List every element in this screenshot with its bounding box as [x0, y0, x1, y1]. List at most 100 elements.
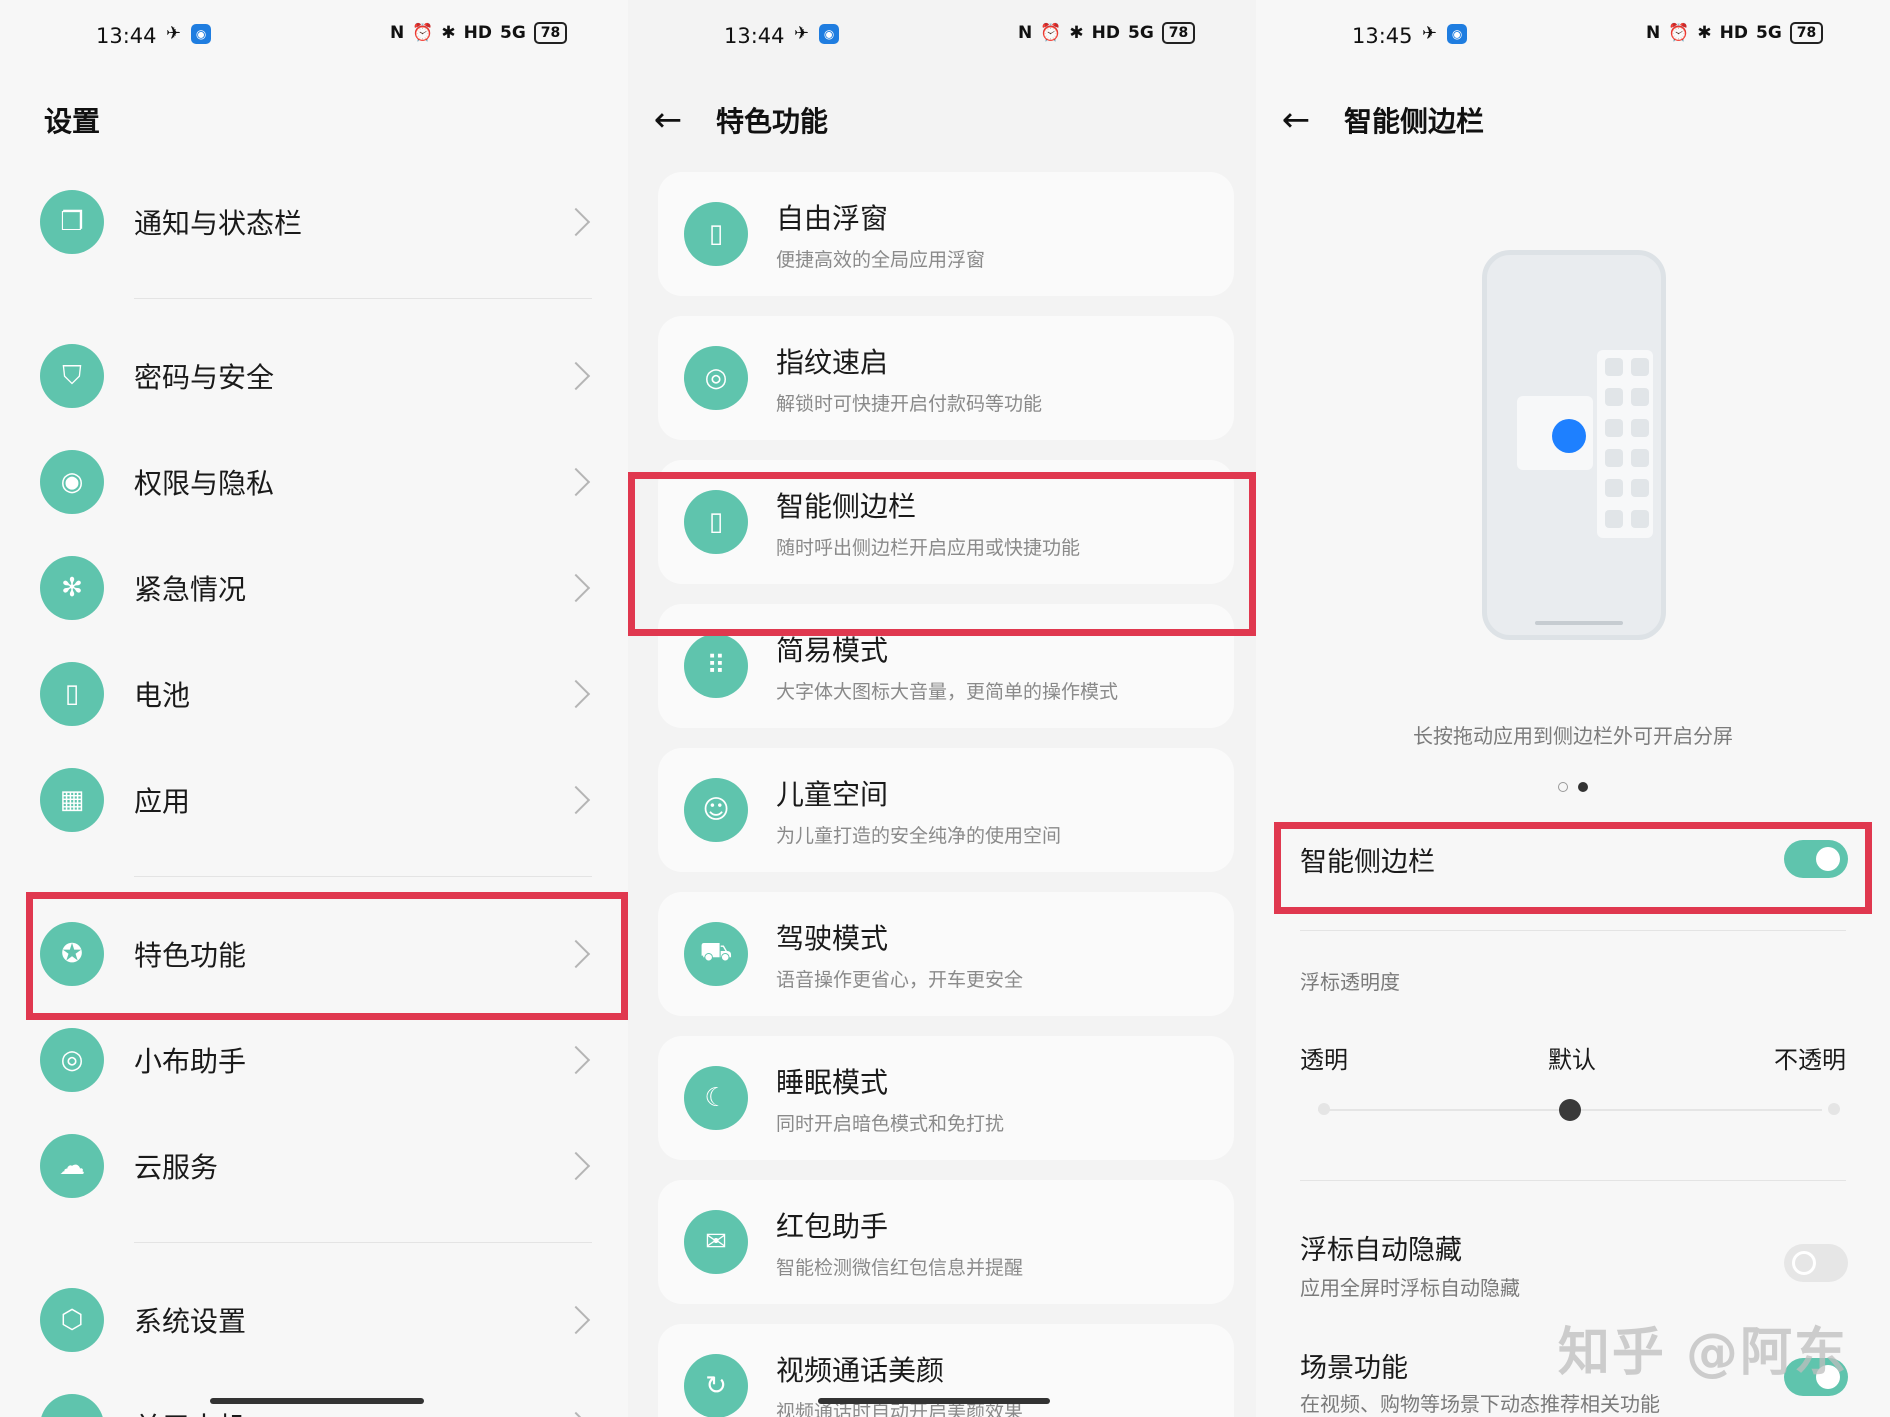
settings-item-apps[interactable]: ▦ 应用	[40, 760, 598, 840]
phone-icon: ▭	[40, 1394, 104, 1417]
scene-feature-subtitle: 在视频、购物等场景下动态推荐相关功能	[1300, 1392, 1660, 1416]
opacity-section-title: 浮标透明度	[1300, 970, 1400, 994]
settings-screen: 13:44 ✈ ◉ N ⏰ ✱ HD 5G 78 设置 ❐ 通知与状态栏 ⛉ 密码…	[0, 0, 628, 1417]
feature-subtitle: 随时呼出侧边栏开启应用或快捷功能	[776, 536, 1081, 559]
divider	[1300, 930, 1846, 931]
envelope-icon: ✉	[684, 1210, 748, 1274]
settings-item-features[interactable]: ✪ 特色功能	[40, 914, 598, 994]
app-notification-icon: ✈	[1422, 23, 1438, 44]
status-bar: 13:45 ✈ ◉ N ⏰ ✱ HD 5G 78	[1256, 22, 1890, 54]
feature-title: 驾驶模式	[776, 921, 889, 955]
apps-grid-icon: ▦	[40, 768, 104, 832]
settings-item-label: 特色功能	[134, 939, 247, 972]
feature-title: 简易模式	[776, 633, 889, 667]
auto-hide-title: 浮标自动隐藏	[1300, 1235, 1462, 1266]
opacity-slider-thumb[interactable]	[1559, 1099, 1581, 1121]
opacity-slider-stop	[1828, 1103, 1840, 1115]
back-arrow-icon[interactable]: ←	[640, 100, 696, 140]
settings-item-security[interactable]: ⛉ 密码与安全	[40, 336, 598, 416]
illustration-sidebar	[1597, 350, 1653, 538]
settings-item-label: 关于本机	[134, 1406, 566, 1417]
opacity-level-default: 默认	[1548, 1046, 1596, 1074]
sidebar-illustration	[1482, 250, 1666, 640]
app-badge-icon: ◉	[1447, 23, 1468, 44]
settings-item-system[interactable]: ⬡ 系统设置	[40, 1280, 598, 1360]
eye-icon: ◉	[40, 450, 104, 514]
page-title: 特色功能	[716, 105, 829, 138]
settings-item-label: 系统设置	[134, 1305, 247, 1338]
feature-card-red-packet[interactable]: ✉ 红包助手 智能检测微信红包信息并提醒	[658, 1180, 1234, 1304]
status-time: 13:45	[1352, 24, 1413, 48]
settings-item-label: 小布助手	[134, 1045, 247, 1078]
settings-item-label: 电池	[134, 679, 191, 712]
status-bar: 13:44 ✈ ◉ N ⏰ ✱ HD 5G 78	[0, 22, 628, 54]
page-dot[interactable]	[1558, 782, 1568, 792]
settings-item-label: 云服务	[134, 1151, 219, 1184]
settings-item-label: 紧急情况	[134, 573, 247, 606]
battery-indicator: 78	[533, 22, 568, 44]
bluetooth-icon: ✱	[1069, 23, 1084, 43]
feature-card-smart-sidebar[interactable]: ▯ 智能侧边栏 随时呼出侧边栏开启应用或快捷功能	[658, 460, 1234, 584]
settings-item-emergency[interactable]: ✻ 紧急情况	[40, 548, 598, 628]
sidebar-toggle-label: 智能侧边栏	[1300, 847, 1435, 878]
child-face-icon: ☺	[684, 778, 748, 842]
settings-item-label: 密码与安全	[134, 361, 275, 394]
feature-subtitle: 便捷高效的全局应用浮窗	[776, 248, 986, 271]
feature-title: 儿童空间	[776, 777, 889, 811]
app-notification-icon: ✈	[794, 23, 810, 44]
nfc-icon: N	[390, 23, 405, 43]
back-arrow-icon[interactable]: ←	[1268, 100, 1324, 140]
chevron-right-icon	[561, 361, 591, 391]
alarm-icon: ⏰	[412, 23, 434, 43]
battery-indicator: 78	[1161, 22, 1196, 44]
alarm-icon: ⏰	[1668, 23, 1690, 43]
page-dot-active[interactable]	[1578, 782, 1588, 792]
feature-card-fingerprint[interactable]: ◎ 指纹速启 解锁时可快捷开启付款码等功能	[658, 316, 1234, 440]
bluetooth-icon: ✱	[1697, 23, 1712, 43]
chevron-right-icon	[561, 1305, 591, 1335]
feature-title: 智能侧边栏	[776, 489, 917, 523]
settings-item-label: 应用	[134, 785, 191, 818]
feature-subtitle: 语音操作更省心，开车更安全	[776, 968, 1024, 991]
shield-icon: ⛉	[40, 344, 104, 408]
feature-title: 指纹速启	[776, 345, 889, 379]
sidebar-toggle[interactable]	[1784, 840, 1848, 878]
fingerprint-icon: ◎	[684, 346, 748, 410]
chevron-right-icon	[561, 573, 591, 603]
signal-icon: 5G	[1128, 23, 1154, 43]
feature-card-kids-space[interactable]: ☺ 儿童空间 为儿童打造的安全纯净的使用空间	[658, 748, 1234, 872]
feature-title: 视频通话美颜	[776, 1353, 945, 1387]
feature-card-sleep-mode[interactable]: ☾ 睡眠模式 同时开启暗色模式和免打扰	[658, 1036, 1234, 1160]
feature-card-driving-mode[interactable]: ⛟ 驾驶模式 语音操作更省心，开车更安全	[658, 892, 1234, 1016]
cloud-icon: ☁	[40, 1134, 104, 1198]
car-icon: ⛟	[684, 922, 748, 986]
chevron-right-icon	[561, 207, 591, 237]
settings-item-privacy[interactable]: ◉ 权限与隐私	[40, 442, 598, 522]
feature-card-simple-mode[interactable]: ⠿ 简易模式 大字体大图标大音量，更简单的操作模式	[658, 604, 1234, 728]
feature-subtitle: 智能检测微信红包信息并提醒	[776, 1256, 1024, 1279]
feature-subtitle: 同时开启暗色模式和免打扰	[776, 1112, 1005, 1135]
settings-item-label: 权限与隐私	[134, 467, 275, 500]
home-indicator[interactable]	[210, 1398, 424, 1404]
auto-hide-toggle[interactable]	[1784, 1244, 1848, 1282]
chevron-right-icon	[561, 785, 591, 815]
divider	[134, 876, 592, 877]
settings-item-notifications[interactable]: ❐ 通知与状态栏	[40, 182, 598, 262]
asterisk-icon: ✻	[40, 556, 104, 620]
page-title: 设置	[44, 105, 101, 138]
sidebar-icon: ▯	[684, 490, 748, 554]
chevron-right-icon	[561, 467, 591, 497]
settings-item-assistant[interactable]: ◎ 小布助手	[40, 1020, 598, 1100]
page-indicator[interactable]	[1558, 782, 1588, 792]
feature-card-floating-window[interactable]: ▯ 自由浮窗 便捷高效的全局应用浮窗	[658, 172, 1234, 296]
status-time: 13:44	[96, 24, 157, 48]
page-title: 智能侧边栏	[1344, 105, 1485, 138]
settings-item-battery[interactable]: ▯ 电池	[40, 654, 598, 734]
nfc-icon: N	[1646, 23, 1661, 43]
battery-icon: ▯	[40, 662, 104, 726]
settings-item-cloud[interactable]: ☁ 云服务	[40, 1126, 598, 1206]
home-indicator[interactable]	[818, 1398, 1050, 1404]
battery-indicator: 78	[1789, 22, 1824, 44]
signal-icon: 5G	[1756, 23, 1782, 43]
alarm-icon: ⏰	[1040, 23, 1062, 43]
